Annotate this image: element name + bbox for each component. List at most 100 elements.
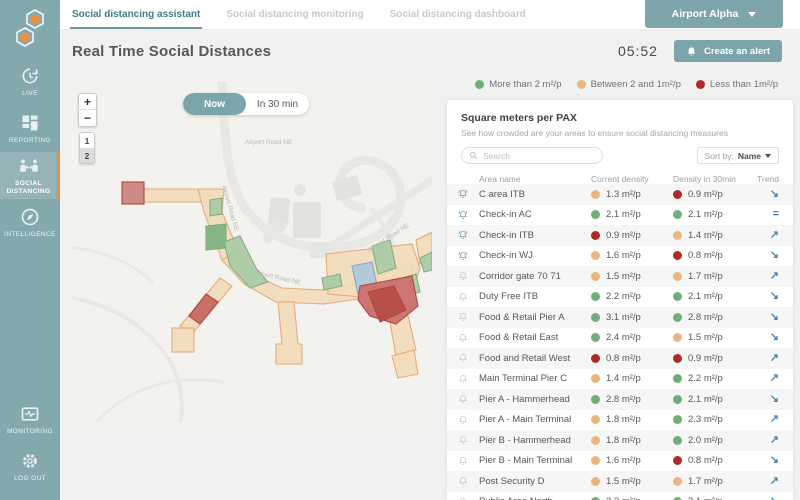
sidebar-item-intelligence[interactable]: INTELLIGENCE <box>0 199 60 246</box>
alert-bell-active-icon[interactable] <box>457 250 469 262</box>
table-row-duty-free-itb[interactable]: Duty Free ITB 2.2 m²/p 2.1 m²/p ↘ <box>447 287 793 308</box>
alert-bell-icon[interactable] <box>457 270 469 282</box>
tab-social-distancing-dashboard[interactable]: Social distancing dashboard <box>388 0 528 29</box>
top-tabs: Social distancing assistant Social distan… <box>60 0 550 29</box>
sidebar-item-live[interactable]: LIVE <box>0 58 60 105</box>
density-dot <box>673 251 682 260</box>
reporting-grid-icon <box>19 112 41 134</box>
current-density: 1.3 m²/p <box>591 189 665 200</box>
bell-icon <box>686 46 697 57</box>
density-dot <box>591 272 600 281</box>
terminal-map[interactable]: Airport Road NE Airport Road NE Airport … <box>72 82 432 422</box>
site-selector-button[interactable]: Airport Alpha <box>645 0 783 28</box>
alert-bell-icon[interactable] <box>457 352 469 364</box>
trend-arrow-icon: ↗ <box>755 414 779 425</box>
zoom-in-button[interactable]: + <box>79 94 96 110</box>
trend-arrow-icon: ↘ <box>755 312 779 323</box>
search-box <box>461 147 603 164</box>
alert-bell-icon[interactable] <box>457 311 469 323</box>
toggle-now[interactable]: Now <box>183 93 246 115</box>
map-zoom-control: + − <box>78 93 97 127</box>
create-alert-button[interactable]: Create an alert <box>674 40 782 62</box>
trend-arrow-icon: ↗ <box>755 230 779 241</box>
table-row-food-retail-pier-a[interactable]: Food & Retail Pier A 3.1 m²/p 2.8 m²/p ↘ <box>447 307 793 328</box>
zoom-out-button[interactable]: − <box>79 110 96 126</box>
table-row-post-security-d[interactable]: Post Security D 1.5 m²/p 1.7 m²/p ↗ <box>447 471 793 492</box>
density-dot <box>591 210 600 219</box>
alert-bell-icon[interactable] <box>457 434 469 446</box>
tab-social-distancing-monitoring[interactable]: Social distancing monitoring <box>224 0 365 29</box>
app-logo[interactable] <box>0 0 60 58</box>
alert-bell-icon[interactable] <box>457 496 469 500</box>
area-name: Food & Retail Pier A <box>479 312 583 323</box>
legend-item: More than 2 m²/p <box>475 79 561 90</box>
density-dot <box>591 190 600 199</box>
alert-bell-icon[interactable] <box>457 291 469 303</box>
density-in-30min: 1.7 m²/p <box>673 271 747 282</box>
density-dot <box>673 354 682 363</box>
table-row-pier-b-hammerhead[interactable]: Pier B - Hammerhead 1.8 m²/p 2.0 m²/p ↗ <box>447 430 793 451</box>
sidebar-item-log-out[interactable]: LOG OUT <box>0 443 60 490</box>
density-in-30min: 0.8 m²/p <box>673 455 747 466</box>
current-density: 0.8 m²/p <box>591 353 665 364</box>
floor-2-button[interactable]: 2 <box>80 148 94 163</box>
alert-bell-icon[interactable] <box>457 414 469 426</box>
current-density: 2.8 m²/p <box>591 394 665 405</box>
area-name: Pier B - Hammerhead <box>479 435 583 446</box>
density-in-30min: 2.0 m²/p <box>673 435 747 446</box>
tab-social-distancing-assistant[interactable]: Social distancing assistant <box>70 0 202 29</box>
create-alert-label: Create an alert <box>704 46 770 57</box>
current-density: 3.1 m²/p <box>591 312 665 323</box>
alert-bell-icon[interactable] <box>457 373 469 385</box>
monitor-pulse-icon <box>19 403 41 425</box>
table-row-food-retail-east[interactable]: Food & Retail East 2.4 m²/p 1.5 m²/p ↘ <box>447 328 793 349</box>
toggle-in-30-min[interactable]: In 30 min <box>246 93 309 115</box>
legend-item: Less than 1m²/p <box>696 79 778 90</box>
page-header: Real Time Social Distances 05:52 Create … <box>60 30 800 72</box>
alert-bell-icon[interactable] <box>457 455 469 467</box>
current-density: 1.6 m²/p <box>591 250 665 261</box>
table-row-pier-b-main-terminal[interactable]: Pier B - Main Terminal 1.6 m²/p 0.8 m²/p… <box>447 451 793 472</box>
sidebar-item-reporting[interactable]: REPORTING <box>0 105 60 152</box>
alert-bell-active-icon[interactable] <box>457 209 469 221</box>
current-density: 1.4 m²/p <box>591 373 665 384</box>
density-dot <box>673 477 682 486</box>
alert-bell-icon[interactable] <box>457 393 469 405</box>
alert-bell-active-icon[interactable] <box>457 229 469 241</box>
current-density: 1.6 m²/p <box>591 455 665 466</box>
gear-icon <box>19 450 41 472</box>
panel-title: Square meters per PAX <box>461 112 779 124</box>
area-name: Check-in AC <box>479 209 583 220</box>
density-dot <box>591 292 600 301</box>
area-name: Public Area North <box>479 496 583 500</box>
table-row-public-area-north[interactable]: Public Area North 2.2 m²/p 2.1 m²/p ↘ <box>447 492 793 500</box>
table-row-pier-a-main-terminal[interactable]: Pier A - Main Terminal 1.8 m²/p 2.3 m²/p… <box>447 410 793 431</box>
density-in-30min: 1.5 m²/p <box>673 332 747 343</box>
density-legend: More than 2 m²/pBetween 2 and 1m²/pLess … <box>475 79 778 90</box>
sidebar-item-social-distancing[interactable]: SOCIAL DISTANCING <box>0 152 60 199</box>
floor-selector: 1 2 <box>79 132 95 164</box>
floor-1-button[interactable]: 1 <box>80 133 94 148</box>
table-row-corridor-gate-70-71[interactable]: Corridor gate 70 71 1.5 m²/p 1.7 m²/p ↗ <box>447 266 793 287</box>
area-name: Pier A - Hammerhead <box>479 394 583 405</box>
table-row-c-area-itb[interactable]: C area ITB 1.3 m²/p 0.9 m²/p ↘ <box>447 184 793 205</box>
area-name: Post Security D <box>479 476 583 487</box>
col-trend: Trend <box>755 174 779 184</box>
sort-dropdown[interactable]: Sort by: Name <box>697 147 779 164</box>
search-input[interactable] <box>483 151 595 161</box>
density-dot <box>591 313 600 322</box>
chevron-down-icon <box>765 154 771 158</box>
table-row-pier-a-hammerhead[interactable]: Pier A - Hammerhead 2.8 m²/p 2.1 m²/p ↘ <box>447 389 793 410</box>
legend-dot <box>475 80 484 89</box>
alert-bell-active-icon[interactable] <box>457 188 469 200</box>
table-row-check-in-ac[interactable]: Check-in AC 2.1 m²/p 2.1 m²/p = <box>447 205 793 226</box>
alert-bell-icon[interactable] <box>457 332 469 344</box>
table-row-main-terminal-pier-c[interactable]: Main Terminal Pier C 1.4 m²/p 2.2 m²/p ↗ <box>447 369 793 390</box>
density-in-30min: 1.4 m²/p <box>673 230 747 241</box>
sidebar-item-monitoring[interactable]: MONITORING <box>0 396 60 443</box>
alert-bell-icon[interactable] <box>457 475 469 487</box>
table-row-food-and-retail-west[interactable]: Food and Retail West 0.8 m²/p 0.9 m²/p ↗ <box>447 348 793 369</box>
map-canvas: Airport Road NE Airport Road NE Airport … <box>72 82 432 422</box>
table-row-check-in-wj[interactable]: Check-in WJ 1.6 m²/p 0.8 m²/p ↘ <box>447 246 793 267</box>
table-row-check-in-itb[interactable]: Check-in ITB 0.9 m²/p 1.4 m²/p ↗ <box>447 225 793 246</box>
